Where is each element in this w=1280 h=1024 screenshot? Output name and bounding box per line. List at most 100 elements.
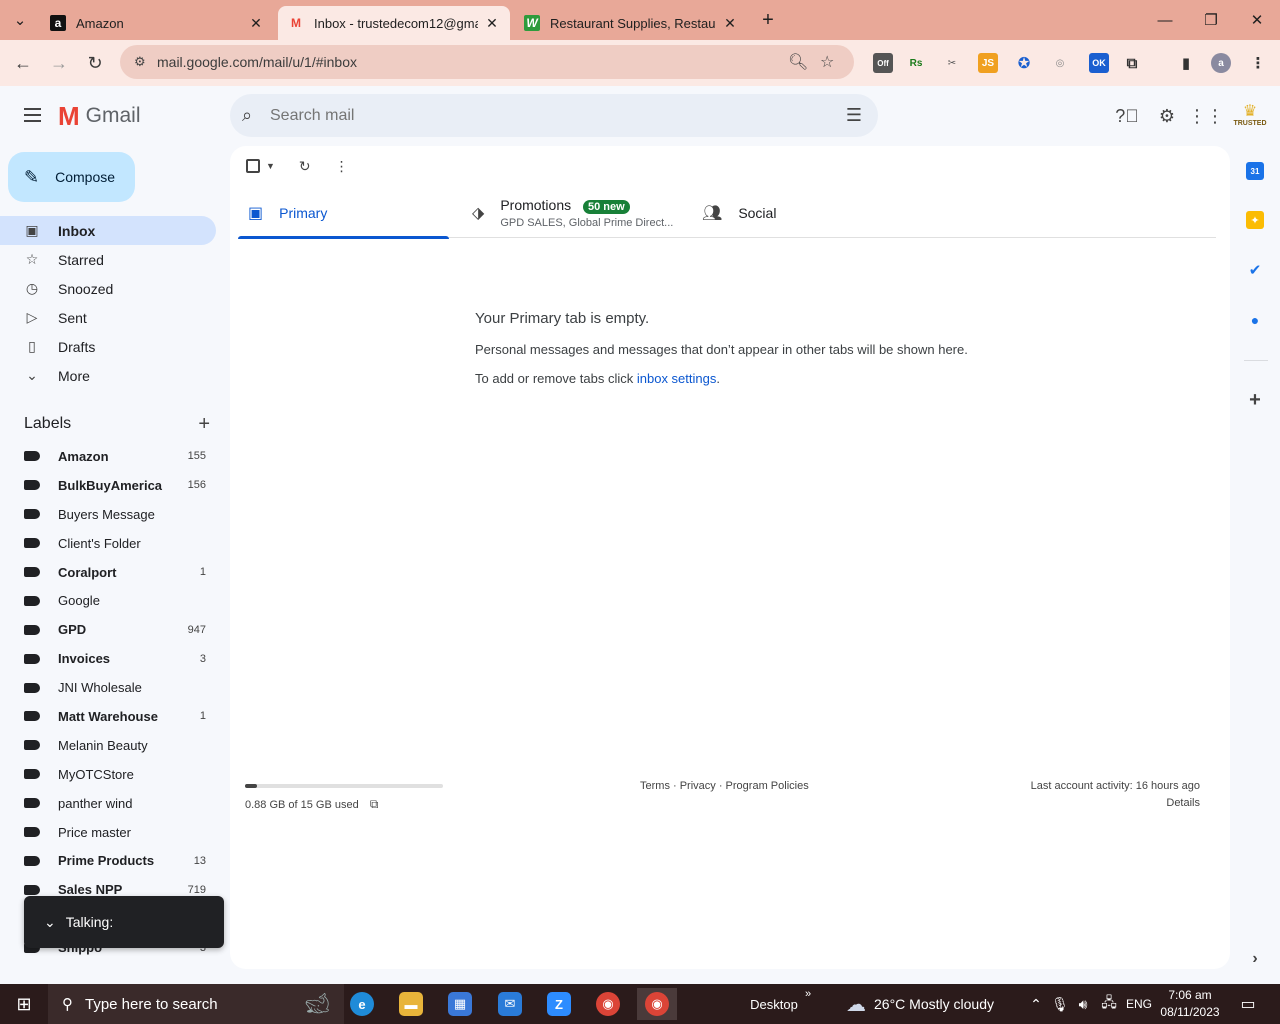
browser-tab-restaurant[interactable]: W Restaurant Supplies, Restaurant ✕ xyxy=(514,6,748,40)
label-item[interactable]: panther wind xyxy=(0,789,216,818)
close-tab-icon[interactable]: ✕ xyxy=(484,15,500,32)
nav-item-snoozed[interactable]: ◷ Snoozed xyxy=(0,274,216,303)
help-icon[interactable]: ?⃝ xyxy=(1115,104,1139,128)
select-all-checkbox[interactable] xyxy=(246,159,260,173)
calendar-icon[interactable]: 31 xyxy=(1246,162,1264,180)
close-tab-icon[interactable]: ✕ xyxy=(722,15,738,32)
tab-social[interactable]: 👥︎ Social xyxy=(702,188,902,238)
chrome-profile-m-icon[interactable]: ◉ xyxy=(588,988,628,1020)
close-tab-icon[interactable]: ✕ xyxy=(248,15,264,32)
label-item[interactable]: Amazon 155 xyxy=(0,442,216,471)
notifications-icon[interactable]: ▭ xyxy=(1234,984,1262,1024)
extension-off-icon[interactable]: Off xyxy=(873,53,893,73)
label-item[interactable]: MyOTCStore xyxy=(0,760,216,789)
refresh-icon[interactable]: ↻ xyxy=(299,158,311,175)
label-item[interactable]: Client's Folder xyxy=(0,529,216,558)
toolbar-expand-icon[interactable]: » xyxy=(800,974,816,1014)
tab-primary[interactable]: ▣ Primary xyxy=(238,188,449,239)
extension-globe-icon[interactable]: ✪ xyxy=(1014,53,1034,73)
get-addons-plus-icon[interactable]: + xyxy=(1246,389,1264,411)
label-item[interactable]: Prime Products 13 xyxy=(0,846,216,875)
label-item[interactable]: Google xyxy=(0,586,216,615)
extension-js-icon[interactable]: JS xyxy=(978,53,998,73)
browser-tab-amazon[interactable]: a Amazon ✕ xyxy=(40,6,274,40)
windows-start-icon[interactable]: ⊞ xyxy=(0,984,48,1024)
main-menu-icon[interactable] xyxy=(18,100,48,130)
label-item[interactable]: Matt Warehouse 1 xyxy=(0,702,216,731)
taskbar-clock[interactable]: 7:06 am 08/11/2023 xyxy=(1160,987,1220,1021)
extension-scissors-icon[interactable]: ✂ xyxy=(942,53,962,73)
tab-promotions[interactable]: ⬗ Promotions 50 new GPD SALES, Global Pr… xyxy=(472,188,692,238)
contacts-icon[interactable]: ● xyxy=(1246,311,1264,329)
input-language[interactable]: ENG xyxy=(1124,984,1154,1024)
edge-app-icon[interactable]: e xyxy=(342,988,382,1020)
chat-status-bar[interactable]: ⌄ Talking: xyxy=(24,896,224,948)
hide-side-panel-chevron-icon[interactable]: › xyxy=(1246,950,1264,968)
nav-item-sent[interactable]: ▷ Sent xyxy=(0,303,216,332)
reload-icon[interactable]: ↻ xyxy=(80,48,110,78)
label-item[interactable]: Melanin Beauty xyxy=(0,731,216,760)
search-icon[interactable]: ⌕ xyxy=(242,105,252,126)
settings-gear-icon[interactable]: ⚙ xyxy=(1155,104,1179,128)
extension-bubble-icon[interactable]: ◎ xyxy=(1050,53,1070,73)
open-external-icon[interactable]: ⧉ xyxy=(370,797,379,811)
restore-window-icon[interactable]: ❐ xyxy=(1188,0,1234,40)
file-explorer-icon[interactable]: ▬ xyxy=(391,988,431,1020)
keep-icon[interactable]: ✦ xyxy=(1246,211,1264,229)
activity-details-link[interactable]: Details xyxy=(930,797,1200,809)
label-item[interactable]: BulkBuyAmerica 156 xyxy=(0,471,216,500)
chevron-down-icon[interactable]: ⌄ xyxy=(44,914,56,931)
speaker-icon[interactable]: 🔊︎ xyxy=(1073,984,1093,1024)
browser-menu-icon[interactable]: ⋮ xyxy=(1248,53,1268,73)
google-apps-icon[interactable]: ⋮⋮ xyxy=(1188,104,1224,128)
new-tab-icon[interactable]: + xyxy=(752,0,784,40)
network-icon[interactable]: 🖧︎ xyxy=(1098,984,1120,1024)
tab-search-chevron-icon[interactable]: ⌄ xyxy=(4,0,36,40)
microphone-icon[interactable]: 🎙︎ xyxy=(1050,984,1070,1024)
browser-tab-inbox[interactable]: M Inbox - trustedecom12@gmail. ✕ xyxy=(278,6,510,40)
more-options-icon[interactable]: ⋮ xyxy=(335,158,349,175)
extension-rs-icon[interactable]: Rs xyxy=(906,53,926,73)
site-info-icon[interactable]: ⚙ xyxy=(134,54,146,70)
label-tag-icon xyxy=(24,653,40,664)
inbox-settings-link[interactable]: inbox settings xyxy=(637,371,717,386)
label-item[interactable]: Coralport 1 xyxy=(0,558,216,587)
search-options-icon[interactable]: ☰ xyxy=(846,105,862,126)
chrome-profile-a-icon[interactable]: ◉ xyxy=(637,988,677,1020)
nav-item-inbox[interactable]: ▣ Inbox xyxy=(0,216,216,245)
profile-avatar[interactable]: a xyxy=(1211,53,1231,73)
label-item[interactable]: Buyers Message xyxy=(0,500,216,529)
show-hidden-icons-chevron-icon[interactable]: ⌃ xyxy=(1026,984,1046,1024)
search-input[interactable] xyxy=(270,104,810,128)
account-avatar[interactable]: ♛ TRUSTED xyxy=(1233,100,1266,130)
minimize-window-icon[interactable]: — xyxy=(1142,0,1188,40)
select-dropdown-icon[interactable]: ▼ xyxy=(266,161,275,171)
taskbar-search[interactable]: ⚲ Type here to search 🐋︎ xyxy=(48,984,344,1024)
desktop-toolbar-label[interactable]: Desktop xyxy=(744,984,804,1024)
nav-item-starred[interactable]: ☆ Starred xyxy=(0,245,216,274)
gmail-logo[interactable]: M Gmail xyxy=(58,103,141,129)
address-bar[interactable]: ⚙ mail.google.com/mail/u/1/#inbox 🔍︎ ☆ xyxy=(120,45,854,79)
zoom-app-icon[interactable]: Z xyxy=(539,988,579,1020)
extension-ok-icon[interactable]: OK xyxy=(1089,53,1109,73)
extensions-puzzle-icon[interactable]: ⧉ xyxy=(1122,53,1142,73)
side-panel-icon[interactable]: ▮ xyxy=(1176,53,1196,73)
forward-icon[interactable]: → xyxy=(44,48,74,78)
footer-links[interactable]: Terms · Privacy · Program Policies xyxy=(640,780,809,792)
close-window-icon[interactable]: ✕ xyxy=(1234,0,1280,40)
back-icon[interactable]: ← xyxy=(8,48,38,78)
create-label-plus-icon[interactable]: + xyxy=(198,413,210,436)
bookmark-star-icon[interactable]: ☆ xyxy=(820,52,834,72)
mail-app-icon[interactable]: ✉ xyxy=(490,988,530,1020)
label-item[interactable]: Price master xyxy=(0,818,216,847)
zoom-icon[interactable]: 🔍︎ xyxy=(788,52,808,72)
compose-button[interactable]: ✎ Compose xyxy=(8,152,135,202)
nav-item-drafts[interactable]: ▯ Drafts xyxy=(0,332,216,361)
microsoft-store-icon[interactable]: ▦ xyxy=(440,988,480,1020)
weather-widget[interactable]: ☁ 26°C Mostly cloudy xyxy=(846,984,1016,1024)
nav-item-more[interactable]: ⌄ More xyxy=(0,361,216,390)
tasks-icon[interactable]: ✔ xyxy=(1246,261,1264,279)
label-item[interactable]: Invoices 3 xyxy=(0,644,216,673)
label-item[interactable]: JNI Wholesale xyxy=(0,673,216,702)
label-item[interactable]: GPD 947 xyxy=(0,615,216,644)
